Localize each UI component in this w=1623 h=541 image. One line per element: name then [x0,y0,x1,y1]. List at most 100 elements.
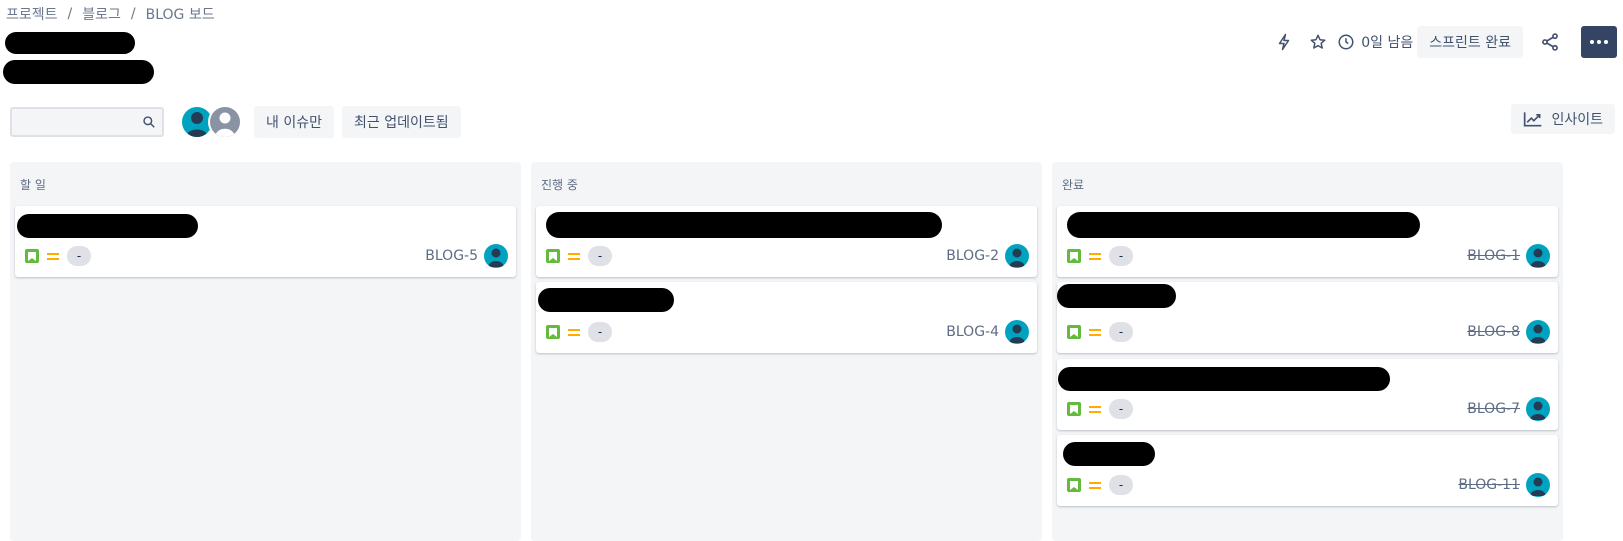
avatar[interactable] [1005,244,1029,268]
avatar[interactable] [484,244,508,268]
avatar[interactable] [1526,473,1550,497]
card-footer: - BLOG-11 [1067,473,1550,497]
user-icon [1009,248,1025,267]
user-icon [1530,248,1546,267]
more-button[interactable] [1581,26,1617,58]
redacted-summary [1067,212,1420,238]
redacted-summary [546,212,942,238]
issue-key[interactable]: BLOG-5 [425,248,478,264]
card-footer: - BLOG-4 [546,320,1029,344]
story-bookmark-icon [546,325,560,339]
recently-updated-button[interactable]: 최근 업데이트됨 [341,106,461,138]
story-points-badge: - [67,246,91,266]
issue-key[interactable]: BLOG-1 [1467,248,1520,264]
issue-key[interactable]: BLOG-2 [946,248,999,264]
user-icon [1530,324,1546,343]
redacted-summary [1063,442,1155,466]
column-in-progress: 진행 중 - BLOG-2 - BLOG-4 [531,162,1042,541]
automation-button[interactable] [1267,26,1301,58]
issue-key[interactable]: BLOG-11 [1458,477,1520,493]
priority-medium-icon [568,328,580,336]
card-footer: - BLOG-2 [546,244,1029,268]
breadcrumb-separator: / [67,6,73,22]
issue-card[interactable]: - BLOG-2 [536,206,1037,277]
redacted-sprint-title [5,32,135,54]
time-remaining: 0일 남음 [1337,32,1413,52]
issue-card[interactable]: - BLOG-4 [536,282,1037,353]
time-remaining-text: 0일 남음 [1361,35,1414,51]
user-icon [1530,401,1546,420]
priority-medium-icon [1089,405,1101,413]
insights-label: 인사이트 [1551,112,1603,128]
issue-card[interactable]: - BLOG-8 [1057,282,1558,353]
redacted-summary [538,288,674,312]
card-footer: - BLOG-5 [25,244,508,268]
story-points-badge: - [1109,246,1133,266]
column-title: 완료 [1062,178,1085,192]
issue-card[interactable]: - BLOG-5 [15,206,516,277]
story-bookmark-icon [546,249,560,263]
issue-card[interactable]: - BLOG-7 [1057,359,1558,430]
filter-bar: 내 이슈만 최근 업데이트됨 인사이트 [10,104,1615,140]
story-points-badge: - [1109,322,1133,342]
breadcrumb-separator: / [130,6,136,22]
redacted-summary [1057,284,1176,308]
story-points-badge: - [588,322,612,342]
star-icon [1310,34,1326,49]
story-points-badge: - [1109,475,1133,495]
more-icon-dot [1604,40,1608,44]
issue-card[interactable]: - BLOG-1 [1057,206,1558,277]
share-icon [1542,33,1558,51]
issue-key[interactable]: BLOG-4 [946,324,999,340]
lightning-icon [1279,33,1290,51]
avatar[interactable] [1526,244,1550,268]
column-title: 진행 중 [541,178,578,192]
assignee-filter [180,105,242,139]
breadcrumb-projects[interactable]: 프로젝트 [6,4,58,24]
insights-button[interactable]: 인사이트 [1511,104,1615,134]
breadcrumb-project[interactable]: 블로그 [82,4,121,24]
redacted-summary [17,214,198,238]
avatar[interactable] [1526,397,1550,421]
clock-icon [1338,34,1354,50]
avatar[interactable] [1005,320,1029,344]
more-icon-dot [1597,40,1601,44]
priority-medium-icon [568,252,580,260]
story-bookmark-icon [25,249,39,263]
card-footer: - BLOG-8 [1067,320,1550,344]
story-points-badge: - [588,246,612,266]
star-button[interactable] [1301,26,1335,58]
user-icon [488,248,504,267]
priority-medium-icon [1089,481,1101,489]
only-my-issues-button[interactable]: 내 이슈만 [254,106,334,138]
priority-medium-icon [47,252,59,260]
complete-sprint-button[interactable]: 스프린트 완료 [1417,26,1523,58]
share-button[interactable] [1533,26,1567,58]
priority-medium-icon [1089,252,1101,260]
story-bookmark-icon [1067,249,1081,263]
search-icon [143,116,155,128]
avatar[interactable] [1526,320,1550,344]
story-bookmark-icon [1067,478,1081,492]
story-bookmark-icon [1067,325,1081,339]
column-todo: 할 일 - BLOG-5 [10,162,521,541]
priority-medium-icon [1089,328,1101,336]
more-icon-dot [1590,40,1594,44]
breadcrumb: 프로젝트 / 블로그 / BLOG 보드 [6,4,215,24]
issue-card[interactable]: - BLOG-11 [1057,435,1558,506]
board-toolbar: 0일 남음 스프린트 완료 [1267,26,1617,58]
user-icon [215,112,235,137]
story-points-badge: - [1109,399,1133,419]
column-done: 완료 - BLOG-1 - BLOG-8 - BLOG-7 - BLOG-11 [1052,162,1563,541]
redacted-summary [1058,367,1390,391]
card-footer: - BLOG-7 [1067,397,1550,421]
user-icon [1009,324,1025,343]
user-icon [1530,477,1546,496]
avatar-unassigned[interactable] [208,105,242,139]
breadcrumb-board[interactable]: BLOG 보드 [146,4,215,24]
search-input[interactable] [10,107,164,137]
issue-key[interactable]: BLOG-7 [1467,401,1520,417]
redacted-sprint-goal [3,60,154,84]
issue-key[interactable]: BLOG-8 [1467,324,1520,340]
story-bookmark-icon [1067,402,1081,416]
